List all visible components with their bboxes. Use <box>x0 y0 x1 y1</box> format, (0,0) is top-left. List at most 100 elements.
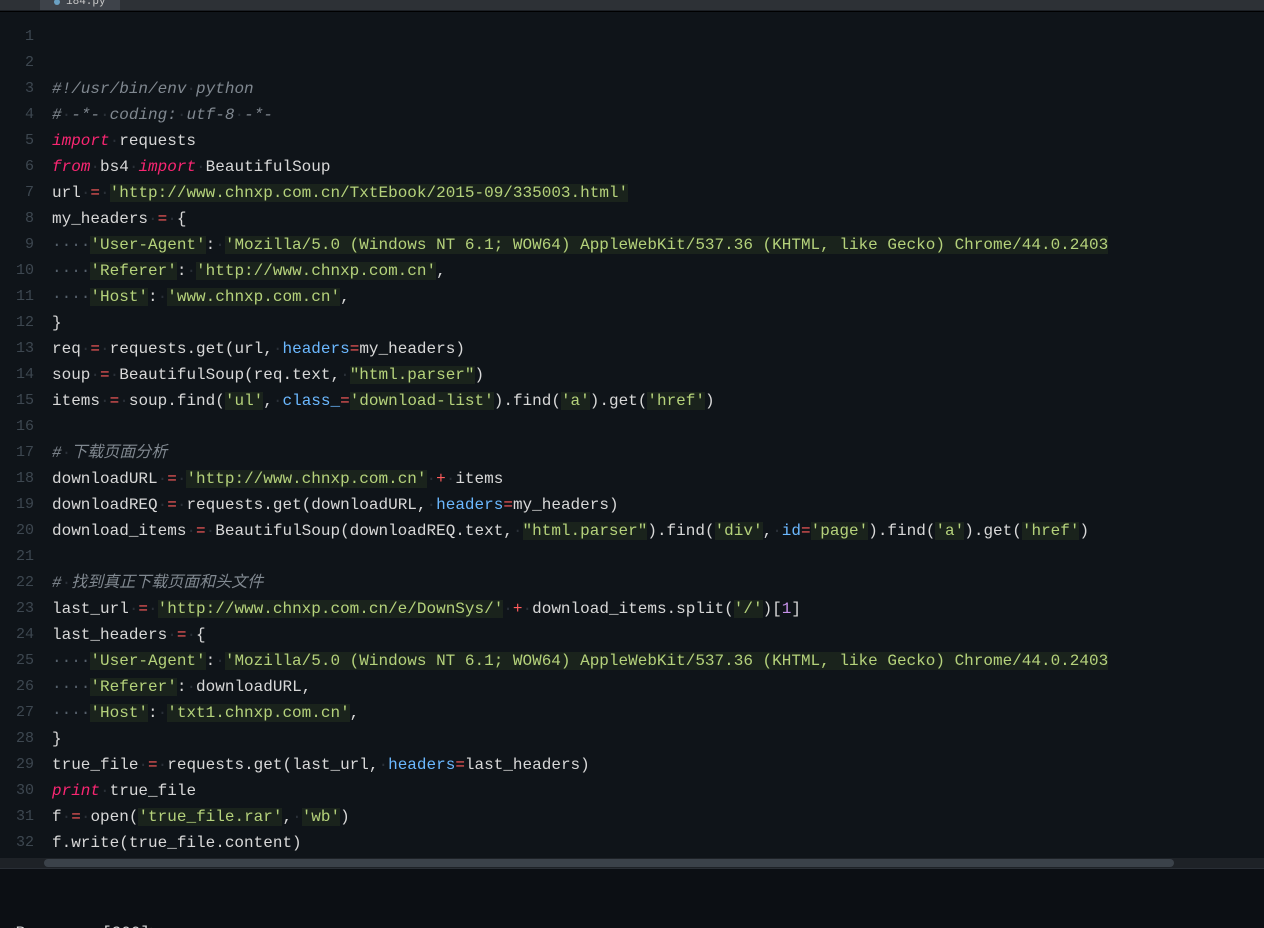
token: 'www.chnxp.com.cn' <box>167 288 340 306</box>
code-line[interactable]: f.close() <box>52 856 1264 858</box>
code-line[interactable]: downloadURL·=·'http://www.chnxp.com.cn'·… <box>52 466 1264 492</box>
token: from <box>52 158 90 176</box>
code-line[interactable]: ····'User-Agent':·'Mozilla/5.0 (Windows … <box>52 648 1264 674</box>
token: )[ <box>763 600 782 618</box>
token: : <box>206 652 216 670</box>
code-line[interactable]: import·requests <box>52 128 1264 154</box>
code-line[interactable]: ····'Referer':·downloadURL, <box>52 674 1264 700</box>
token: 'http://www.chnxp.com.cn' <box>196 262 436 280</box>
token: , <box>763 522 773 540</box>
token: 'http://www.chnxp.com.cn' <box>186 470 426 488</box>
token: + <box>513 600 523 618</box>
token: · <box>62 106 72 124</box>
token: ···· <box>52 678 90 696</box>
token: · <box>148 210 158 228</box>
token: 'Referer' <box>90 262 176 280</box>
code-line[interactable]: ····'User-Agent':·'Mozilla/5.0 (Windows … <box>52 232 1264 258</box>
token: = <box>350 340 360 358</box>
token: , <box>350 704 360 722</box>
token: BeautifulSoup <box>206 158 331 176</box>
code-line[interactable]: download_items·=·BeautifulSoup(downloadR… <box>52 518 1264 544</box>
token: import <box>52 132 110 150</box>
code-line[interactable]: ····'Referer':·'http://www.chnxp.com.cn'… <box>52 258 1264 284</box>
code-line[interactable]: } <box>52 310 1264 336</box>
token: 'Host' <box>90 704 148 722</box>
token: f.write(true_file.content) <box>52 834 302 852</box>
scrollbar-thumb[interactable] <box>44 859 1174 867</box>
line-number: 30 <box>0 778 44 804</box>
code-line[interactable] <box>52 544 1264 570</box>
token: · <box>90 366 100 384</box>
file-tab[interactable]: 184.py <box>40 0 120 10</box>
code-line[interactable]: #·找到真正下载页面和头文件 <box>52 570 1264 596</box>
code-line[interactable]: url·=·'http://www.chnxp.com.cn/TxtEbook/… <box>52 180 1264 206</box>
code-line[interactable]: last_url·=·'http://www.chnxp.com.cn/e/Do… <box>52 596 1264 622</box>
line-number: 28 <box>0 726 44 752</box>
token: · <box>100 184 110 202</box>
line-number: 5 <box>0 128 44 154</box>
code-line[interactable]: last_headers·=·{ <box>52 622 1264 648</box>
token: · <box>206 522 216 540</box>
line-number: 4 <box>0 102 44 128</box>
line-number: 19 <box>0 492 44 518</box>
token: 'Mozilla/5.0 (Windows NT 6.1; WOW64) App… <box>225 236 1108 254</box>
token: · <box>110 132 120 150</box>
code-line[interactable]: } <box>52 726 1264 752</box>
token: · <box>100 106 110 124</box>
token: 'Host' <box>90 288 148 306</box>
line-number: 22 <box>0 570 44 596</box>
code-line[interactable]: f.write(true_file.content) <box>52 830 1264 856</box>
editor[interactable]: 1234567891011121314151617181920212223242… <box>0 11 1264 858</box>
code-line[interactable]: #·-*-·coding:·utf-8·-*- <box>52 102 1264 128</box>
token: items <box>52 392 100 410</box>
token: · <box>62 444 72 462</box>
code-line[interactable]: from·bs4·import·BeautifulSoup <box>52 154 1264 180</box>
token: · <box>167 626 177 644</box>
token: id <box>782 522 801 540</box>
token: · <box>100 392 110 410</box>
token: print <box>52 782 100 800</box>
code-line[interactable]: ····'Host':·'txt1.chnxp.com.cn', <box>52 700 1264 726</box>
token: import <box>138 158 196 176</box>
token: # <box>52 444 62 462</box>
token: · <box>158 756 168 774</box>
token: · <box>129 158 139 176</box>
token: downloadURL, <box>196 678 311 696</box>
token: · <box>427 470 437 488</box>
token: · <box>158 470 168 488</box>
code-line[interactable]: f·=·open('true_file.rar',·'wb') <box>52 804 1264 830</box>
line-number: 24 <box>0 622 44 648</box>
line-number: 20 <box>0 518 44 544</box>
code-line[interactable]: true_file·=·requests.get(last_url,·heade… <box>52 752 1264 778</box>
token: = <box>801 522 811 540</box>
token: soup <box>52 366 90 384</box>
code-line[interactable] <box>52 414 1264 440</box>
code-area[interactable]: #!/usr/bin/env·python#·-*-·coding:·utf-8… <box>44 12 1264 858</box>
token: · <box>177 470 187 488</box>
code-line[interactable]: downloadREQ·=·requests.get(downloadURL,·… <box>52 492 1264 518</box>
code-line[interactable]: soup·=·BeautifulSoup(req.text,·"html.par… <box>52 362 1264 388</box>
code-content[interactable]: #!/usr/bin/env·python#·-*-·coding:·utf-8… <box>52 76 1264 858</box>
token: · <box>138 756 148 774</box>
line-number: 7 <box>0 180 44 206</box>
horizontal-scrollbar[interactable] <box>0 858 1264 868</box>
token: requests.get(url, <box>110 340 273 358</box>
code-line[interactable]: req·=·requests.get(url,·headers=my_heade… <box>52 336 1264 362</box>
line-number: 3 <box>0 76 44 102</box>
token: utf-8 <box>186 106 234 124</box>
line-number: 31 <box>0 804 44 830</box>
token: python <box>196 80 254 98</box>
token: downloadREQ <box>52 496 158 514</box>
code-line[interactable]: print·true_file <box>52 778 1264 804</box>
code-line[interactable]: #!/usr/bin/env·python <box>52 76 1264 102</box>
token: my_headers <box>52 210 148 228</box>
token: 'http://www.chnxp.com.cn/TxtEbook/2015-0… <box>110 184 628 202</box>
token: = <box>110 392 120 410</box>
code-line[interactable]: my_headers·=·{ <box>52 206 1264 232</box>
token: 'download-list' <box>350 392 494 410</box>
line-number: 6 <box>0 154 44 180</box>
code-line[interactable]: ····'Host':·'www.chnxp.com.cn', <box>52 284 1264 310</box>
code-line[interactable]: #·下载页面分析 <box>52 440 1264 466</box>
code-line[interactable]: items·=·soup.find('ul',·class_='download… <box>52 388 1264 414</box>
line-number: 21 <box>0 544 44 570</box>
